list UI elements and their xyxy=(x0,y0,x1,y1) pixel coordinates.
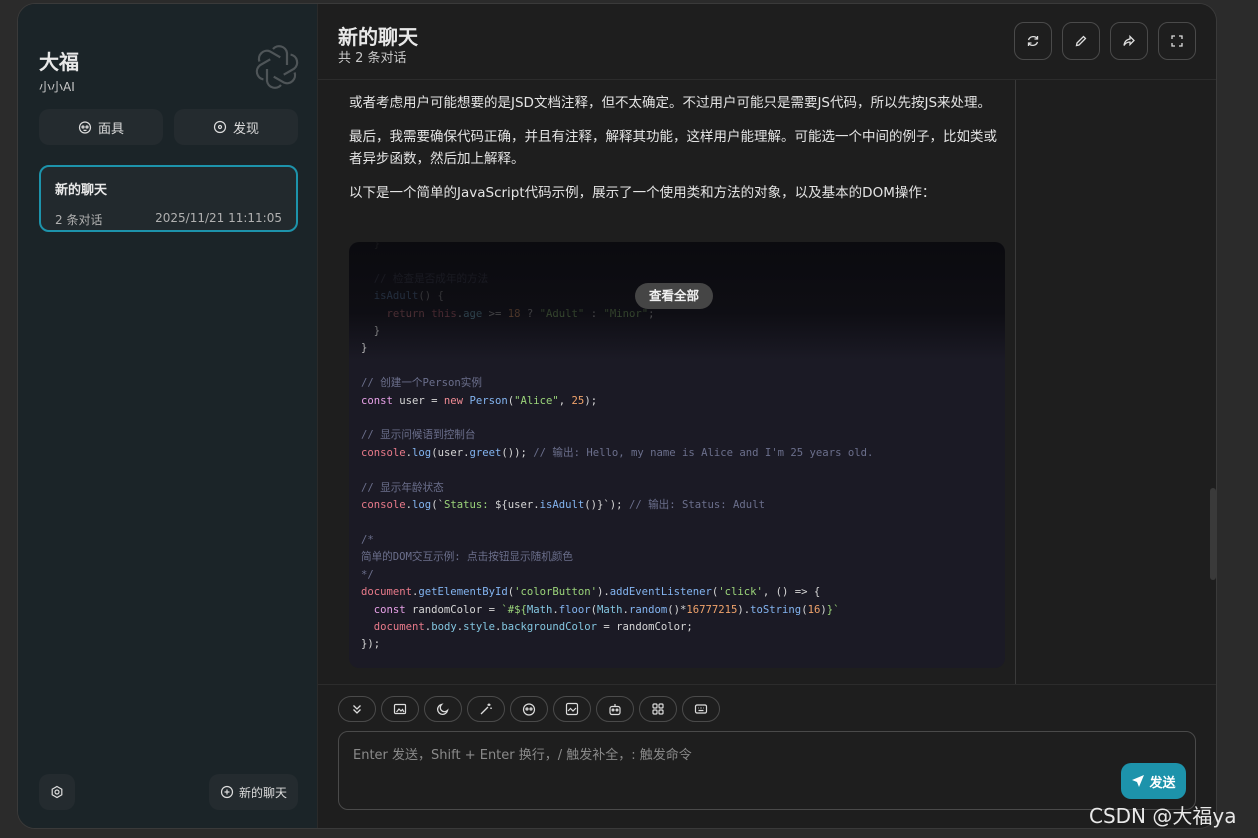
mask-button[interactable]: 面具 xyxy=(39,109,163,145)
new-chat-button[interactable]: 新的聊天 xyxy=(209,774,298,810)
image-button[interactable] xyxy=(381,696,419,722)
composer: Enter 发送，Shift + Enter 换行，/ 触发补全，: 触发命令 … xyxy=(318,684,1216,828)
chat-input[interactable]: Enter 发送，Shift + Enter 换行，/ 触发补全，: 触发命令 xyxy=(338,731,1196,810)
message-paragraph: 最后，我需要确保代码正确，并且有注释，解释其功能，这样用户能理解。可能选一个中间… xyxy=(349,129,997,167)
image-icon xyxy=(393,702,407,716)
refresh-icon xyxy=(1026,34,1040,48)
chat-item-title: 新的聊天 xyxy=(55,183,108,198)
keyboard-icon xyxy=(694,702,708,716)
code-block[interactable]: } // 检查是否成年的方法 isAdult() { return this.a… xyxy=(349,242,1005,668)
chat-item-count: 2 条对话 xyxy=(55,213,103,227)
scrollbar-thumb[interactable] xyxy=(1210,488,1216,580)
mask-icon xyxy=(78,120,92,134)
scroll-bottom-button[interactable] xyxy=(338,696,376,722)
brand: 大福 小小AI xyxy=(39,46,79,95)
discover-button-label: 发现 xyxy=(232,121,259,137)
chat-count: 共 2 条对话 xyxy=(338,51,407,66)
moon-icon xyxy=(436,702,450,716)
share-button[interactable] xyxy=(1110,22,1148,60)
assistant-message: 或者考虑用户可能想要的是JSD文档注释，但不太确定。不过用户可能只是需要JS代码… xyxy=(338,92,1015,204)
plus-circle-icon xyxy=(220,785,234,799)
chat-list-item[interactable]: 新的聊天 2 条对话 2025/11/21 11:11:05 xyxy=(39,165,298,232)
edit-icon xyxy=(1074,34,1088,48)
composer-toolbar xyxy=(338,696,720,722)
page-title: 新的聊天 xyxy=(338,25,418,49)
mask-tool-button[interactable] xyxy=(510,696,548,722)
send-icon xyxy=(1131,774,1145,788)
fullscreen-button[interactable] xyxy=(1158,22,1196,60)
brand-subtitle: 小小AI xyxy=(39,80,75,94)
refresh-button[interactable] xyxy=(1014,22,1052,60)
chat-main: 新的聊天 共 2 条对话 或者考虑用户可能想要的是JSD文档注释，但不太确定。不… xyxy=(318,4,1216,828)
magic-icon xyxy=(479,702,493,716)
plugin-button[interactable] xyxy=(639,696,677,722)
share-icon xyxy=(1122,34,1136,48)
send-label: 发送 xyxy=(1149,775,1176,791)
fullscreen-icon xyxy=(1170,34,1184,48)
message-paragraph: 以下是一个简单的JavaScript代码示例，展示了一个使用类和方法的对象，以及… xyxy=(349,185,936,201)
message-paragraph: 或者考虑用户可能想要的是JSD文档注释，但不太确定。不过用户可能只是需要JS代码… xyxy=(349,95,992,111)
send-button[interactable]: 发送 xyxy=(1121,763,1186,799)
new-chat-label: 新的聊天 xyxy=(238,785,287,800)
settings-button[interactable] xyxy=(39,774,75,810)
mask-button-label: 面具 xyxy=(97,121,124,137)
compass-icon xyxy=(213,120,227,134)
view-all-button[interactable]: 查看全部 xyxy=(635,283,714,309)
settings-icon xyxy=(50,785,64,799)
prompt-button[interactable] xyxy=(467,696,505,722)
brand-title: 大福 xyxy=(39,50,79,74)
sidebar: 大福 小小AI 面具 发现 新的聊天 2 条对话 2025/11/21 11:1… xyxy=(18,4,318,828)
model-button[interactable] xyxy=(596,696,634,722)
grid-icon xyxy=(651,702,665,716)
edit-button[interactable] xyxy=(1062,22,1100,60)
chat-input-placeholder: Enter 发送，Shift + Enter 换行，/ 触发补全，: 触发命令 xyxy=(353,748,692,763)
message-list: 或者考虑用户可能想要的是JSD文档注释，但不太确定。不过用户可能只是需要JS代码… xyxy=(338,80,1016,684)
shortcut-button[interactable] xyxy=(682,696,720,722)
discover-button[interactable]: 发现 xyxy=(174,109,298,145)
theme-button[interactable] xyxy=(424,696,462,722)
robot-icon xyxy=(608,702,622,716)
collapse-icon xyxy=(350,702,364,716)
chat-item-time: 2025/11/21 11:11:05 xyxy=(155,211,282,225)
clear-context-button[interactable] xyxy=(553,696,591,722)
chat-header: 新的聊天 共 2 条对话 xyxy=(318,4,1216,80)
openai-logo-icon xyxy=(254,44,300,90)
image-frame-icon xyxy=(565,702,579,716)
watermark: CSDN @大福ya xyxy=(1089,804,1237,828)
mask-icon xyxy=(522,702,536,716)
app-window: 大福 小小AI 面具 发现 新的聊天 2 条对话 2025/11/21 11:1… xyxy=(17,3,1217,829)
